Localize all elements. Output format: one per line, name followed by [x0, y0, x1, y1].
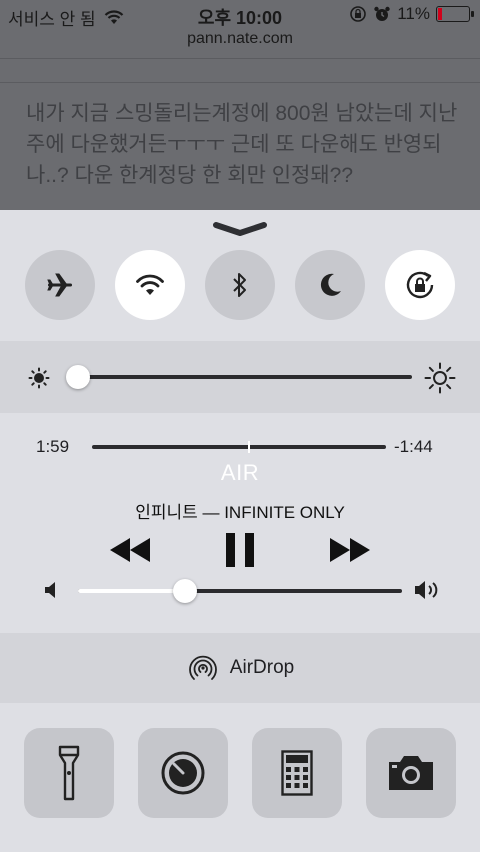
flashlight-icon: [58, 745, 80, 801]
song-title: AIR: [220, 460, 260, 485]
toggle-row: [0, 250, 480, 320]
status-bar: 서비스 안 됨 오후 10:00 11%: [0, 0, 480, 30]
url-bar[interactable]: pann.nate.com: [0, 30, 480, 58]
orientation-lock-status-icon: [350, 6, 367, 22]
bluetooth-toggle[interactable]: [205, 250, 275, 320]
battery-percent: 11%: [397, 4, 430, 23]
volume-slider-thumb[interactable]: [172, 579, 197, 603]
timer-icon: [161, 751, 205, 795]
brightness-track: [78, 375, 412, 379]
fast-forward-icon[interactable]: [328, 537, 372, 563]
chevron-down-icon[interactable]: [212, 220, 268, 238]
pause-icon[interactable]: [226, 533, 254, 567]
elapsed-time: 1:59: [36, 437, 70, 456]
control-center: 1:59 -1:44 AIR 인피니트 — INFINITE ONLY AirD…: [0, 210, 480, 852]
rewind-icon[interactable]: [108, 537, 152, 563]
brightness-slider-thumb[interactable]: [66, 365, 90, 389]
battery-icon: [436, 6, 474, 22]
remaining-time: -1:44: [394, 437, 433, 456]
airdrop-button[interactable]: AirDrop: [0, 633, 480, 703]
wifi-toggle[interactable]: [115, 250, 185, 320]
airdrop-icon: [188, 655, 217, 680]
volume-low-icon: [45, 582, 55, 598]
airplane-mode-toggle[interactable]: [25, 250, 95, 320]
post-text: 내가 지금 스밍돌리는계정에 800원 남았는데 지난주에 다운했거든ㅜㅜㅜ 근…: [26, 102, 458, 187]
music-controls: 1:59 -1:44: [0, 413, 480, 633]
brightness-low-icon: [28, 367, 50, 389]
volume-fill: [78, 589, 185, 593]
wifi-icon: [136, 274, 164, 295]
camera-button[interactable]: [366, 728, 456, 818]
calculator-icon: [281, 750, 313, 796]
orientation-lock-toggle[interactable]: [385, 250, 455, 320]
camera-icon: [389, 756, 433, 790]
do-not-disturb-toggle[interactable]: [295, 250, 365, 320]
flashlight-button[interactable]: [24, 728, 114, 818]
moon-icon: [320, 273, 341, 296]
volume-high-icon: [415, 581, 438, 599]
airdrop-label: AirDrop: [229, 657, 295, 678]
alarm-icon: [374, 6, 390, 21]
rotation-lock-icon: [406, 271, 434, 299]
playback-position-marker[interactable]: [247, 441, 250, 453]
brightness-high-icon: [424, 362, 456, 394]
divider: [0, 82, 480, 83]
airplane-icon: [47, 273, 72, 297]
brightness-row: [0, 341, 480, 413]
divider: [0, 58, 480, 59]
playback-track[interactable]: [92, 445, 386, 449]
song-artist-album: 인피니트 — INFINITE ONLY: [135, 503, 345, 522]
timer-button[interactable]: [138, 728, 228, 818]
bluetooth-icon: [233, 273, 246, 297]
calculator-button[interactable]: [252, 728, 342, 818]
